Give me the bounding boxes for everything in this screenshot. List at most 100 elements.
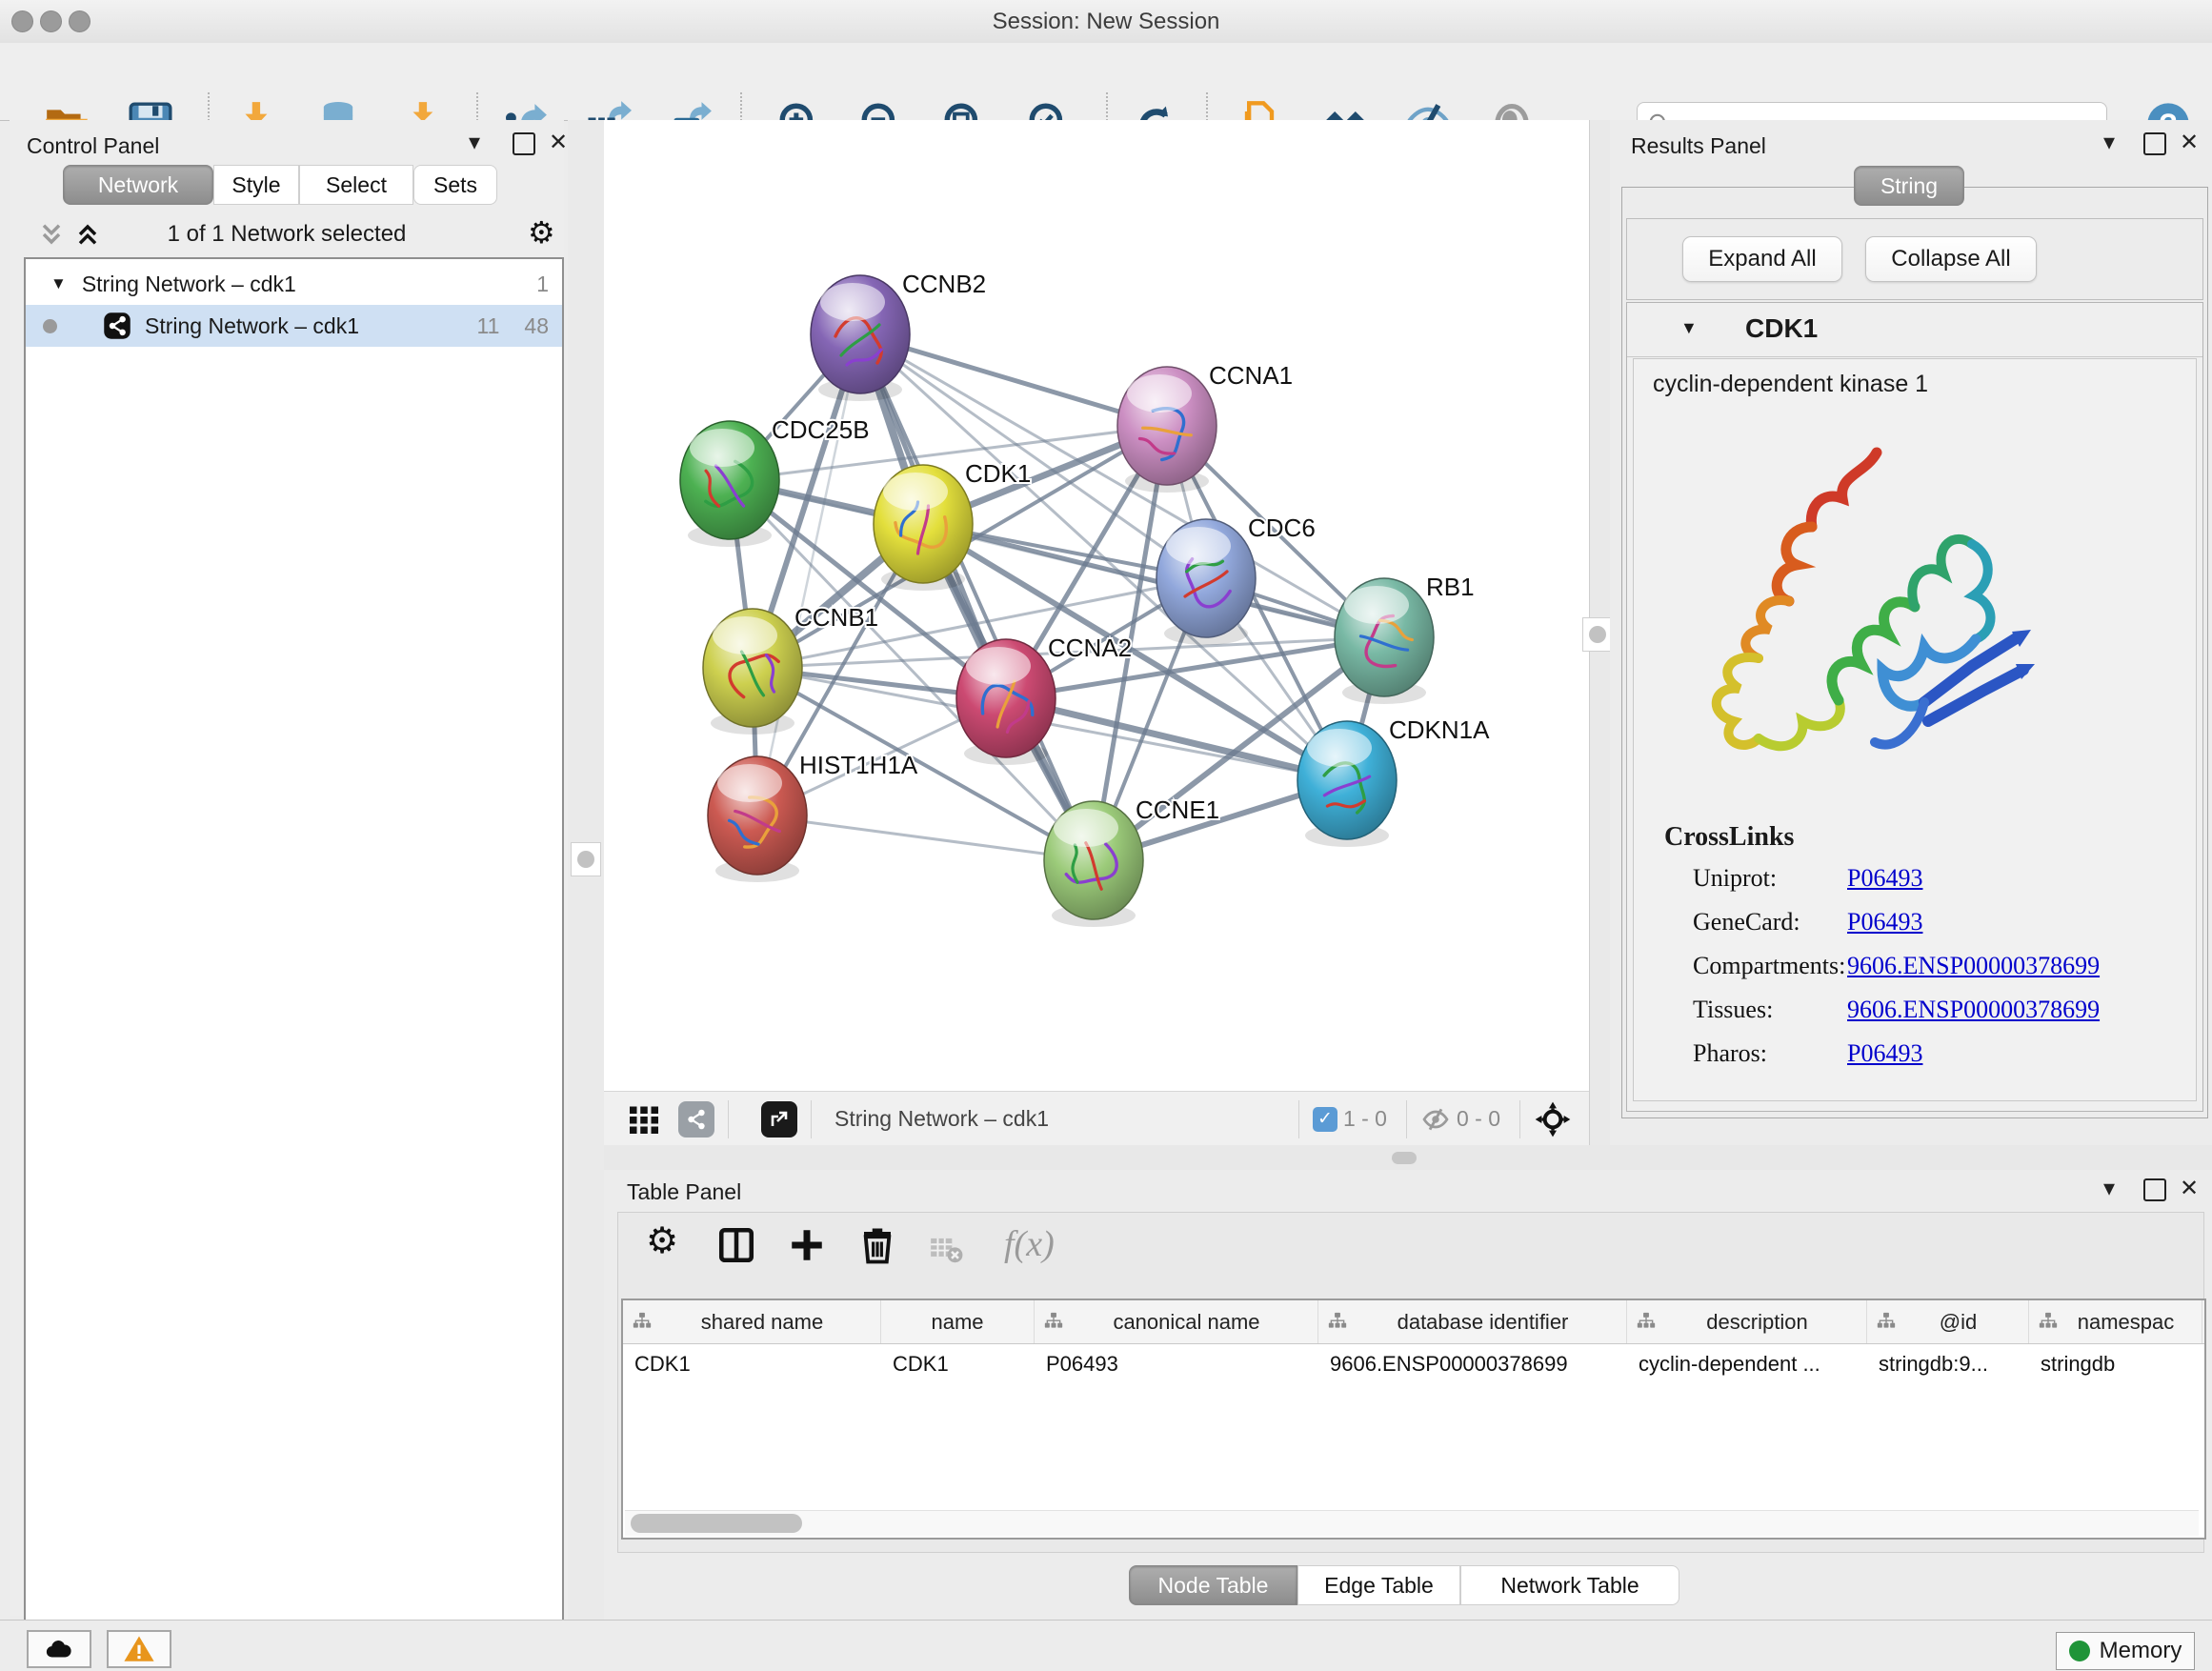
birdseye-grid-icon[interactable] bbox=[627, 1102, 661, 1137]
toolbar-separator bbox=[811, 1100, 812, 1138]
node-description: cyclin-dependent kinase 1 bbox=[1653, 371, 1928, 398]
results-panel-collapse-icon[interactable]: ▾ bbox=[2103, 131, 2115, 154]
split-panel-icon[interactable] bbox=[716, 1225, 756, 1270]
network-node-CCNB2[interactable]: CCNB2 bbox=[811, 270, 986, 401]
network-collection-row[interactable]: ▼ String Network – cdk1 1 bbox=[26, 263, 562, 305]
crosslink-label: Pharos: bbox=[1693, 1039, 1767, 1068]
table-panel-close-icon[interactable]: ✕ bbox=[2180, 1178, 2199, 1200]
right-splitter-handle[interactable] bbox=[1582, 617, 1613, 652]
collection-expander-icon[interactable]: ▼ bbox=[50, 274, 67, 293]
network-edge-CCNA2-CDKN1A[interactable] bbox=[1006, 698, 1347, 780]
tab-style[interactable]: Style bbox=[213, 165, 299, 205]
control-panel-collapse-icon[interactable]: ▾ bbox=[469, 131, 480, 154]
section-expander-icon[interactable]: ▼ bbox=[1680, 318, 1698, 338]
string-style-icon[interactable] bbox=[678, 1101, 714, 1137]
network-edge-HIST1H1A-CCNE1[interactable] bbox=[757, 815, 1094, 860]
left-splitter-handle[interactable] bbox=[571, 842, 601, 876]
function-builder-icon[interactable]: f(x) bbox=[1004, 1223, 1055, 1265]
column-header-canonical-name[interactable]: canonical name bbox=[1035, 1300, 1318, 1343]
table-horizontal-scrollbar[interactable] bbox=[625, 1510, 2199, 1536]
string-network-icon bbox=[103, 312, 131, 340]
crosslink-link[interactable]: 9606.ENSP00000378699 bbox=[1847, 996, 2100, 1024]
delete-table-icon[interactable] bbox=[928, 1231, 964, 1272]
crosslink-link[interactable]: 9606.ENSP00000378699 bbox=[1847, 952, 2100, 980]
network-node-CDC6[interactable]: CDC6 bbox=[1156, 513, 1316, 645]
expand-all-button[interactable]: Expand All bbox=[1682, 236, 1842, 282]
network-edge-count: 48 bbox=[524, 313, 549, 339]
network-node-CCNA1[interactable]: CCNA1 bbox=[1117, 361, 1293, 493]
network-row[interactable]: String Network – cdk1 11 48 bbox=[26, 305, 562, 347]
delete-column-trash-icon[interactable] bbox=[857, 1225, 897, 1270]
control-panel-close-icon[interactable]: ✕ bbox=[549, 131, 568, 154]
column-header-shared-name[interactable]: shared name bbox=[623, 1300, 881, 1343]
string-results-box: Expand All Collapse All ▼ CDK1 cyclin-de… bbox=[1621, 187, 2208, 1118]
table-panel-float-icon[interactable] bbox=[2143, 1178, 2166, 1201]
table-settings-gear-icon[interactable]: ⚙ bbox=[646, 1225, 678, 1256]
table-cell[interactable]: stringdb:9... bbox=[1867, 1343, 2029, 1385]
crosslink-link[interactable]: P06493 bbox=[1847, 908, 1922, 936]
crosslink-row: GeneCard:P06493 bbox=[1634, 908, 2196, 952]
node-label-CDC25B: CDC25B bbox=[772, 415, 870, 444]
results-buttons-bar: Expand All Collapse All bbox=[1626, 218, 2203, 300]
window-title: Session: New Session bbox=[0, 9, 2212, 35]
results-panel-close-icon[interactable]: ✕ bbox=[2180, 131, 2199, 154]
tab-select[interactable]: Select bbox=[299, 165, 413, 205]
warning-icon bbox=[123, 1633, 155, 1665]
tab-node-table[interactable]: Node Table bbox=[1129, 1565, 1297, 1605]
crosslink-link[interactable]: P06493 bbox=[1847, 1039, 1922, 1068]
node-result-header[interactable]: ▼ CDK1 bbox=[1627, 303, 2202, 357]
crosslinks-list: Uniprot:P06493GeneCard:P06493Compartment… bbox=[1634, 864, 2196, 1093]
table-cell[interactable]: CDK1 bbox=[881, 1343, 1035, 1385]
network-node-CCNB1[interactable]: CCNB1 bbox=[703, 603, 878, 735]
column-header-namespac[interactable]: namespac bbox=[2029, 1300, 2202, 1343]
open-in-new-window-icon[interactable] bbox=[761, 1101, 797, 1137]
table-cell[interactable]: stringdb bbox=[2029, 1343, 2202, 1385]
horizontal-splitter-handle[interactable] bbox=[1392, 1152, 1417, 1164]
network-node-HIST1H1A[interactable]: HIST1H1A bbox=[708, 751, 918, 882]
crosslink-link[interactable]: P06493 bbox=[1847, 864, 1922, 893]
table-cell[interactable]: 9606.ENSP00000378699 bbox=[1318, 1343, 1627, 1385]
add-column-icon[interactable] bbox=[787, 1225, 827, 1270]
column-header-name[interactable]: name bbox=[881, 1300, 1035, 1343]
network-node-CCNE1[interactable]: CCNE1 bbox=[1044, 795, 1219, 927]
node-label-CCNA1: CCNA1 bbox=[1209, 361, 1293, 390]
network-node-RB1[interactable]: RB1 bbox=[1335, 573, 1475, 704]
table-cell[interactable]: CDK1 bbox=[623, 1343, 881, 1385]
column-header-description[interactable]: description bbox=[1627, 1300, 1867, 1343]
selected-checkbox-icon[interactable]: ✓ bbox=[1313, 1107, 1337, 1132]
table-cell[interactable]: cyclin-dependent ... bbox=[1627, 1343, 1867, 1385]
network-node-CDK1[interactable]: CDK1 bbox=[874, 459, 1031, 591]
control-panel-float-icon[interactable] bbox=[513, 132, 535, 155]
collapse-all-button[interactable]: Collapse All bbox=[1865, 236, 2037, 282]
protein-structure-image bbox=[1672, 435, 2072, 821]
table-panel-collapse-icon[interactable]: ▾ bbox=[2103, 1178, 2115, 1200]
collection-count: 1 bbox=[536, 272, 549, 297]
memory-button[interactable]: Memory bbox=[2056, 1632, 2195, 1670]
network-label: String Network – cdk1 bbox=[145, 313, 359, 339]
table-cell[interactable]: P06493 bbox=[1035, 1343, 1318, 1385]
crosslink-row: Tissues:9606.ENSP00000378699 bbox=[1634, 996, 2196, 1039]
network-options-gear-icon[interactable]: ⚙ bbox=[528, 217, 555, 248]
column-header-database-identifier[interactable]: database identifier bbox=[1318, 1300, 1627, 1343]
network-canvas[interactable]: CCNB2 CCNA1 CDC25B bbox=[604, 120, 1589, 1091]
memory-status-dot-icon bbox=[2069, 1641, 2090, 1661]
tab-network-table[interactable]: Network Table bbox=[1460, 1565, 1679, 1605]
network-edge-CCNB2-CCNE1[interactable] bbox=[860, 334, 1094, 860]
results-panel-float-icon[interactable] bbox=[2143, 132, 2166, 155]
title-bar: Session: New Session bbox=[0, 0, 2212, 44]
warning-button[interactable] bbox=[107, 1630, 171, 1668]
scrollbar-thumb[interactable] bbox=[631, 1514, 802, 1533]
network-selection-summary: 1 of 1 Network selected bbox=[10, 221, 564, 248]
tab-edge-table[interactable]: Edge Table bbox=[1297, 1565, 1460, 1605]
network-node-CDKN1A[interactable]: CDKN1A bbox=[1297, 715, 1490, 847]
tab-network[interactable]: Network bbox=[63, 165, 213, 205]
column-header--id[interactable]: @id bbox=[1867, 1300, 2029, 1343]
tab-sets[interactable]: Sets bbox=[413, 165, 497, 205]
node-result-section: ▼ CDK1 cyclin-dependent kinase 1 bbox=[1626, 302, 2203, 1112]
fit-selected-crosshair-icon[interactable] bbox=[1534, 1100, 1572, 1138]
tab-string[interactable]: String bbox=[1854, 166, 1964, 206]
network-edge-CCNB2-HIST1H1A[interactable] bbox=[757, 334, 860, 815]
node-result-body: cyclin-dependent kinase 1 bbox=[1633, 358, 2197, 1101]
node-label-CDK1: CDK1 bbox=[965, 459, 1031, 488]
cloud-button[interactable] bbox=[27, 1630, 91, 1668]
